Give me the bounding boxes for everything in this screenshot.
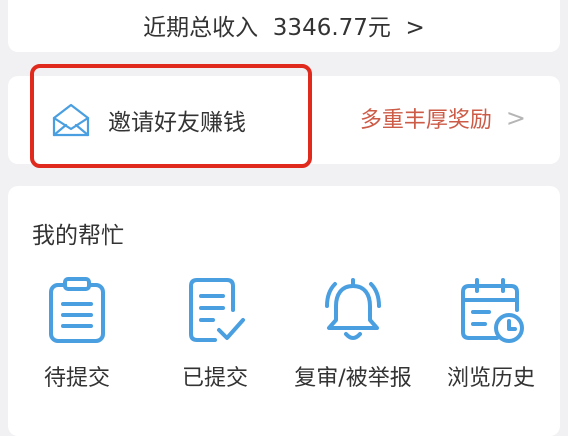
income-label: 近期总收入: [143, 15, 259, 41]
bell-icon: [325, 278, 381, 340]
reward-link[interactable]: 多重丰厚奖励 >: [360, 102, 526, 134]
chevron-right-icon: >: [505, 104, 526, 132]
help-item-label: 浏览历史: [446, 366, 535, 391]
income-amount: 3346.77元: [272, 15, 391, 41]
my-help-section: 我的帮忙 待提交 已提交 复审/被举报 浏览历史: [8, 186, 560, 436]
calendar-clock-icon: [461, 278, 524, 343]
help-item-label: 已提交: [181, 366, 248, 391]
pending-submit-button[interactable]: 待提交: [8, 276, 146, 391]
browse-history-button[interactable]: 浏览历史: [422, 276, 560, 391]
help-item-label: 待提交: [43, 366, 110, 391]
document-check-icon: [189, 278, 245, 342]
review-reported-button[interactable]: 复审/被举报: [284, 276, 422, 391]
income-chevron: >: [405, 15, 425, 41]
help-item-label: 复审/被举报: [294, 366, 412, 391]
income-card[interactable]: 近期总收入 3346.77元 >: [8, 0, 560, 52]
reward-label: 多重丰厚奖励: [359, 108, 492, 133]
submitted-button[interactable]: 已提交: [146, 276, 284, 391]
section-title: 我的帮忙: [32, 223, 124, 249]
highlight-box: [30, 64, 312, 168]
income-summary[interactable]: 近期总收入 3346.77元 >: [8, 8, 560, 42]
clipboard-icon: [49, 277, 105, 343]
